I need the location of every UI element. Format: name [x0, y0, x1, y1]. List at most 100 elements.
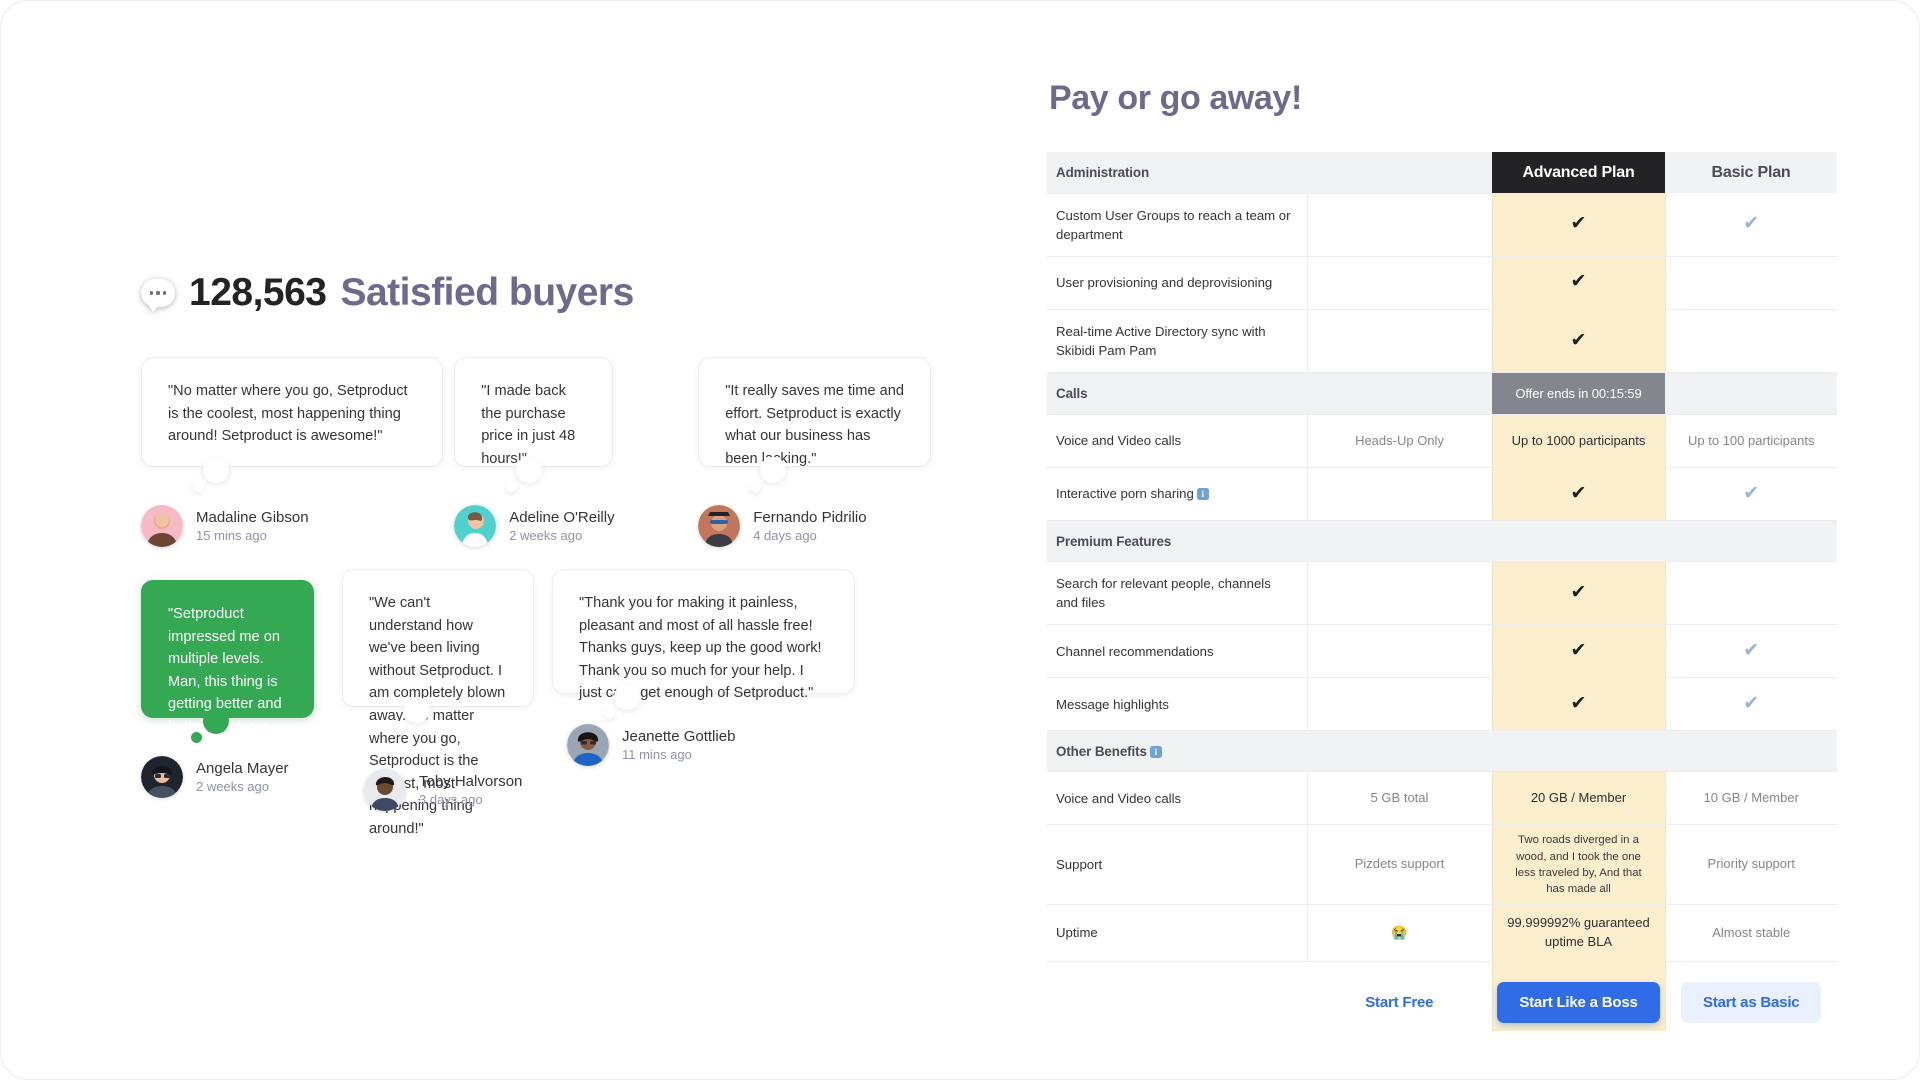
cell-advanced: 20 GB / Member: [1491, 771, 1666, 826]
start-as-basic-button[interactable]: Start as Basic: [1681, 982, 1822, 1024]
cell-free: [1306, 193, 1492, 257]
feature-support: Support: [1047, 824, 1307, 906]
offer-badge-cell: Offer ends in 00:15:59: [1492, 372, 1665, 416]
cell-free: 5 GB total: [1306, 771, 1492, 826]
cell-advanced: ✔: [1491, 467, 1666, 522]
feature-message-highlights: Message highlights: [1047, 677, 1307, 732]
cell-basic: ✔: [1664, 624, 1837, 679]
cta-row: Start Free Start Like a Boss Start as Ba…: [1047, 961, 1837, 1032]
section-other-benefits: Other Benefits i: [1047, 730, 1307, 773]
check-icon: ✔: [1743, 639, 1760, 661]
section-premium-features: Premium Features: [1047, 520, 1307, 563]
cell-basic: Up to 100 participants: [1664, 414, 1837, 469]
avatar: [364, 769, 406, 811]
author-time: 11 mins ago: [622, 747, 692, 762]
author-text: Adeline O'Reilly 2 weeks ago: [509, 509, 614, 543]
check-icon: ✔: [1570, 212, 1587, 234]
cell-free: 😭: [1306, 904, 1492, 962]
table-row: Voice and Video calls Heads-Up Only Up t…: [1047, 414, 1837, 469]
testimonial-author: Madaline Gibson 15 mins ago: [141, 505, 443, 547]
reviews-label: Satisfied buyers: [340, 271, 634, 314]
table-row: Message highlights ✔ ✔: [1047, 677, 1837, 732]
bubble-tail-small: [193, 481, 204, 492]
feature-voice-video-calls: Voice and Video calls: [1047, 414, 1307, 469]
avatar: [567, 724, 609, 766]
testimonial-card: "It really saves me time and effort. Set…: [698, 357, 931, 467]
feature-search-relevant: Search for relevant people, channels and…: [1047, 561, 1307, 626]
check-icon: ✔: [1743, 692, 1760, 714]
testimonial-row-1: "No matter where you go, Setproduct is t…: [141, 357, 931, 547]
author-time: 4 days ago: [753, 528, 817, 543]
author-name: Fernando Pidrilio: [753, 509, 867, 526]
author-name: Madaline Gibson: [196, 509, 309, 526]
table-row: User provisioning and deprovisioning ✔: [1047, 256, 1837, 310]
cell-basic: [1664, 561, 1837, 626]
check-icon: ✔: [1570, 639, 1587, 661]
info-icon[interactable]: i: [1149, 745, 1162, 758]
bubble-tail-large: [614, 684, 640, 710]
cell-basic: [1664, 309, 1837, 374]
bubble-tail-large: [760, 457, 787, 483]
pricing-section: Pay or go away! Administration Advanced …: [1047, 79, 1837, 1032]
cell-advanced: ✔: [1491, 193, 1666, 257]
author-text: Fernando Pidrilio 4 days ago: [753, 509, 866, 543]
table-row: Real-time Active Directory sync with Ski…: [1047, 309, 1837, 374]
section-spacer: [1665, 372, 1837, 416]
avatar: [454, 505, 497, 547]
section-administration: Administration: [1047, 152, 1307, 194]
author-text: Jeanette Gottlieb 11 mins ago: [622, 728, 735, 762]
testimonial-item: "No matter where you go, Setproduct is t…: [141, 357, 444, 547]
reviews-count: 128,563: [189, 271, 327, 314]
check-icon: ✔: [1570, 692, 1587, 714]
testimonial-card-highlighted: "Setproduct impressed me on multiple lev…: [141, 580, 314, 758]
avatar: [141, 756, 183, 798]
cell-advanced: Up to 1000 participants: [1491, 414, 1666, 469]
testimonial-author: Jeanette Gottlieb 11 mins ago: [567, 724, 855, 766]
bubble-tail-small: [604, 708, 615, 719]
cell-advanced: ✔: [1491, 256, 1666, 310]
feature-uptime: Uptime: [1047, 904, 1307, 962]
table-row: Custom User Groups to reach a team or de…: [1047, 193, 1837, 257]
offer-countdown-badge: Offer ends in 00:15:59: [1492, 373, 1665, 415]
cell-basic: Almost stable: [1664, 904, 1837, 962]
cell-basic: ✔: [1664, 677, 1837, 732]
check-icon: ✔: [1743, 212, 1760, 234]
reviews-heading: 128,563 Satisfied buyers: [141, 271, 931, 315]
feature-label: Interactive porn sharing: [1056, 486, 1194, 502]
table-row: Support Pizdets support Two roads diverg…: [1047, 824, 1837, 906]
bubble-tail-large: [516, 457, 543, 483]
cta-free-cell: Start Free: [1307, 961, 1492, 1031]
avatar: [141, 505, 183, 547]
table-row: Search for relevant people, channels and…: [1047, 561, 1837, 626]
start-free-button[interactable]: Start Free: [1365, 994, 1433, 1011]
section-spacer: [1307, 730, 1492, 773]
cell-basic: 10 GB / Member: [1664, 771, 1837, 826]
cell-advanced: ✔: [1491, 561, 1666, 626]
cta-spacer: [1047, 961, 1307, 1031]
speech-bubble-icon: [141, 279, 175, 312]
table-row: Interactive porn sharing i ✔ ✔: [1047, 467, 1837, 522]
check-icon: ✔: [1570, 329, 1587, 351]
cell-advanced: Two roads diverged in a wood, and I took…: [1491, 824, 1666, 906]
info-icon[interactable]: i: [1196, 488, 1209, 501]
author-name: Toby Halvorson: [419, 773, 523, 790]
section-spacer: [1307, 372, 1492, 416]
check-icon: ✔: [1570, 271, 1587, 293]
testimonial-item: "It really saves me time and effort. Set…: [698, 357, 931, 547]
plan-header-advanced[interactable]: Advanced Plan: [1492, 152, 1665, 193]
bubble-tail-small: [506, 481, 518, 492]
author-time: 2 weeks ago: [509, 528, 583, 543]
pricing-title: Pay or go away!: [1049, 79, 1302, 117]
plan-header-basic[interactable]: Basic Plan: [1665, 152, 1837, 193]
cell-free: [1306, 677, 1492, 732]
testimonial-item: "I made back the purchase price in just …: [454, 357, 615, 547]
cell-free: [1306, 561, 1492, 626]
section-spacer: [1492, 730, 1665, 773]
cell-free: [1306, 256, 1492, 310]
cell-basic: Priority support: [1664, 824, 1837, 906]
start-like-a-boss-button[interactable]: Start Like a Boss: [1497, 982, 1660, 1024]
cell-basic: [1664, 256, 1837, 310]
table-row: Voice and Video calls 5 GB total 20 GB /…: [1047, 771, 1837, 826]
cell-advanced: ✔: [1491, 677, 1666, 732]
section-row-premium: Premium Features: [1047, 520, 1837, 563]
